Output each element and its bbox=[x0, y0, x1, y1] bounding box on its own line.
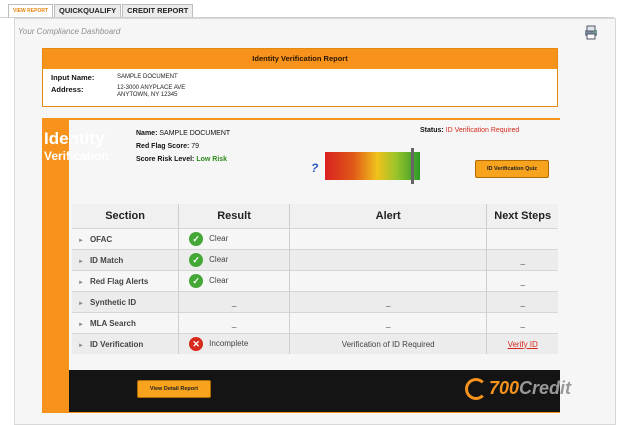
header-alert: Alert bbox=[289, 204, 488, 229]
section-label: Synthetic ID bbox=[89, 297, 137, 307]
table-row[interactable]: ► Synthetic ID _ _ _ bbox=[72, 291, 558, 313]
cell-section[interactable]: ► ID Verification bbox=[72, 333, 180, 354]
tab-bar: VIEW REPORT QUICKQUALIFY CREDIT REPORT bbox=[8, 4, 194, 17]
cell-alert bbox=[289, 270, 488, 292]
dashboard-title: Your Compliance Dashboard bbox=[18, 27, 121, 36]
section-label: MLA Search bbox=[89, 318, 136, 328]
cell-alert: Verification of ID Required bbox=[289, 333, 488, 354]
help-icon[interactable]: ? bbox=[311, 161, 318, 175]
cell-next-steps: _ bbox=[486, 270, 558, 292]
table-row[interactable]: ► MLA Search _ _ _ bbox=[72, 312, 558, 334]
address-row: Address: 12-3000 ANYPLACE AVE ANYTOWN, N… bbox=[51, 85, 185, 99]
id-verification-quiz-button[interactable]: ID Verification Quiz bbox=[475, 160, 549, 178]
cell-result: _ bbox=[178, 291, 290, 313]
tab-quickqualify[interactable]: QUICKQUALIFY bbox=[54, 4, 122, 17]
tab-view-report[interactable]: VIEW REPORT bbox=[8, 4, 54, 17]
name-label: Name: bbox=[136, 130, 158, 137]
cell-next-steps: _ bbox=[486, 291, 558, 313]
result-label: Clear bbox=[209, 255, 229, 265]
result-label: Clear bbox=[209, 276, 229, 286]
cell-result: ✕ Incomplete bbox=[178, 333, 290, 354]
brand-word: Credit bbox=[519, 378, 572, 398]
cell-result: ✓ Clear bbox=[178, 270, 290, 292]
address-line2: ANYTOWN, NY 12345 bbox=[117, 92, 178, 98]
red-flag-label: Red Flag Score: bbox=[136, 143, 190, 150]
brand-logo: 700Credit bbox=[465, 378, 572, 401]
section-label: Red Flag Alerts bbox=[89, 276, 149, 286]
identity-verification-title: Identity Verification bbox=[44, 130, 109, 165]
cell-result: _ bbox=[178, 312, 290, 334]
address-value: 12-3000 ANYPLACE AVE ANYTOWN, NY 12345 bbox=[117, 85, 185, 99]
table-row[interactable]: ► ID Verification ✕ Incomplete Verification … bbox=[72, 333, 558, 354]
brand-number: 700 bbox=[489, 378, 520, 398]
identity-title-word1: Identity bbox=[44, 129, 105, 148]
print-icon[interactable] bbox=[583, 24, 599, 40]
input-name-row: Input Name: SAMPLE DOCUMENT bbox=[51, 73, 178, 82]
check-icon: ✓ bbox=[189, 253, 204, 267]
cell-section[interactable]: ► OFAC bbox=[72, 228, 180, 250]
expand-arrow-icon[interactable]: ► bbox=[78, 259, 84, 265]
risk-gauge bbox=[325, 148, 420, 184]
header-next-steps: Next Steps bbox=[486, 204, 558, 229]
cell-result: ✓ Clear bbox=[178, 249, 290, 271]
status-label: Status: bbox=[420, 127, 444, 134]
status-value: ID Verification Required bbox=[445, 127, 520, 134]
input-name-label: Input Name: bbox=[51, 73, 95, 82]
cell-next-steps: _ bbox=[486, 249, 558, 271]
result-label: Clear bbox=[209, 234, 229, 244]
cell-next-steps bbox=[486, 228, 558, 250]
cell-alert bbox=[289, 249, 488, 271]
address-line1: 12-3000 ANYPLACE AVE bbox=[117, 85, 186, 91]
cell-alert: _ bbox=[289, 312, 488, 334]
identity-summary: Name: SAMPLE DOCUMENT Red Flag Score: 79… bbox=[136, 127, 230, 166]
cell-alert: _ bbox=[289, 291, 488, 313]
table-row[interactable]: ► OFAC ✓ Clear bbox=[72, 228, 558, 250]
risk-level-label: Score Risk Level: bbox=[136, 156, 195, 163]
identity-title-word2: Verification bbox=[44, 149, 109, 163]
result-label: Incomplete bbox=[209, 339, 249, 349]
cell-section[interactable]: ► Red Flag Alerts bbox=[72, 270, 180, 292]
cell-next-steps: _ bbox=[486, 312, 558, 334]
results-table: Section Result Alert Next Steps ► OFAC ✓ Cl… bbox=[72, 204, 558, 354]
header-result: Result bbox=[178, 204, 290, 229]
check-icon: ✓ bbox=[189, 274, 204, 288]
brand-logo-icon bbox=[465, 378, 487, 401]
check-icon: ✓ bbox=[189, 232, 204, 246]
expand-arrow-icon[interactable]: ► bbox=[78, 238, 84, 244]
name-value: SAMPLE DOCUMENT bbox=[159, 130, 231, 137]
table-header-row: Section Result Alert Next Steps bbox=[72, 204, 558, 229]
expand-arrow-icon[interactable]: ► bbox=[78, 343, 84, 349]
view-detail-report-button[interactable]: View Detail Report bbox=[137, 380, 211, 398]
cell-section[interactable]: ► ID Match bbox=[72, 249, 180, 271]
report-header: Identity Verification Report Input Name:… bbox=[42, 48, 558, 107]
header-section: Section bbox=[72, 204, 180, 229]
section-label: OFAC bbox=[89, 234, 113, 244]
cell-section[interactable]: ► MLA Search bbox=[72, 312, 180, 334]
expand-arrow-icon[interactable]: ► bbox=[78, 301, 84, 307]
table-row[interactable]: ► ID Match ✓ Clear _ bbox=[72, 249, 558, 271]
x-icon: ✕ bbox=[189, 337, 204, 351]
section-label: ID Verification bbox=[89, 339, 144, 349]
cell-next-steps[interactable]: Verify ID bbox=[486, 333, 558, 354]
cell-section[interactable]: ► Synthetic ID bbox=[72, 291, 180, 313]
expand-arrow-icon[interactable]: ► bbox=[78, 322, 84, 328]
expand-arrow-icon[interactable]: ► bbox=[78, 280, 84, 286]
red-flag-value: 79 bbox=[191, 143, 200, 150]
report-title: Identity Verification Report bbox=[43, 49, 557, 69]
cell-alert bbox=[289, 228, 488, 250]
table-row[interactable]: ► Red Flag Alerts ✓ Clear _ bbox=[72, 270, 558, 292]
cell-result: ✓ Clear bbox=[178, 228, 290, 250]
verify-id-link[interactable]: Verify ID bbox=[508, 340, 538, 349]
address-label: Address: bbox=[51, 85, 84, 94]
section-label: ID Match bbox=[89, 255, 124, 265]
risk-level-value: Low Risk bbox=[196, 156, 228, 163]
gauge-needle bbox=[410, 148, 414, 184]
status: Status: ID Verification Required bbox=[420, 127, 519, 134]
input-name-value: SAMPLE DOCUMENT bbox=[117, 74, 178, 80]
tab-credit-report[interactable]: CREDIT REPORT bbox=[122, 4, 194, 17]
